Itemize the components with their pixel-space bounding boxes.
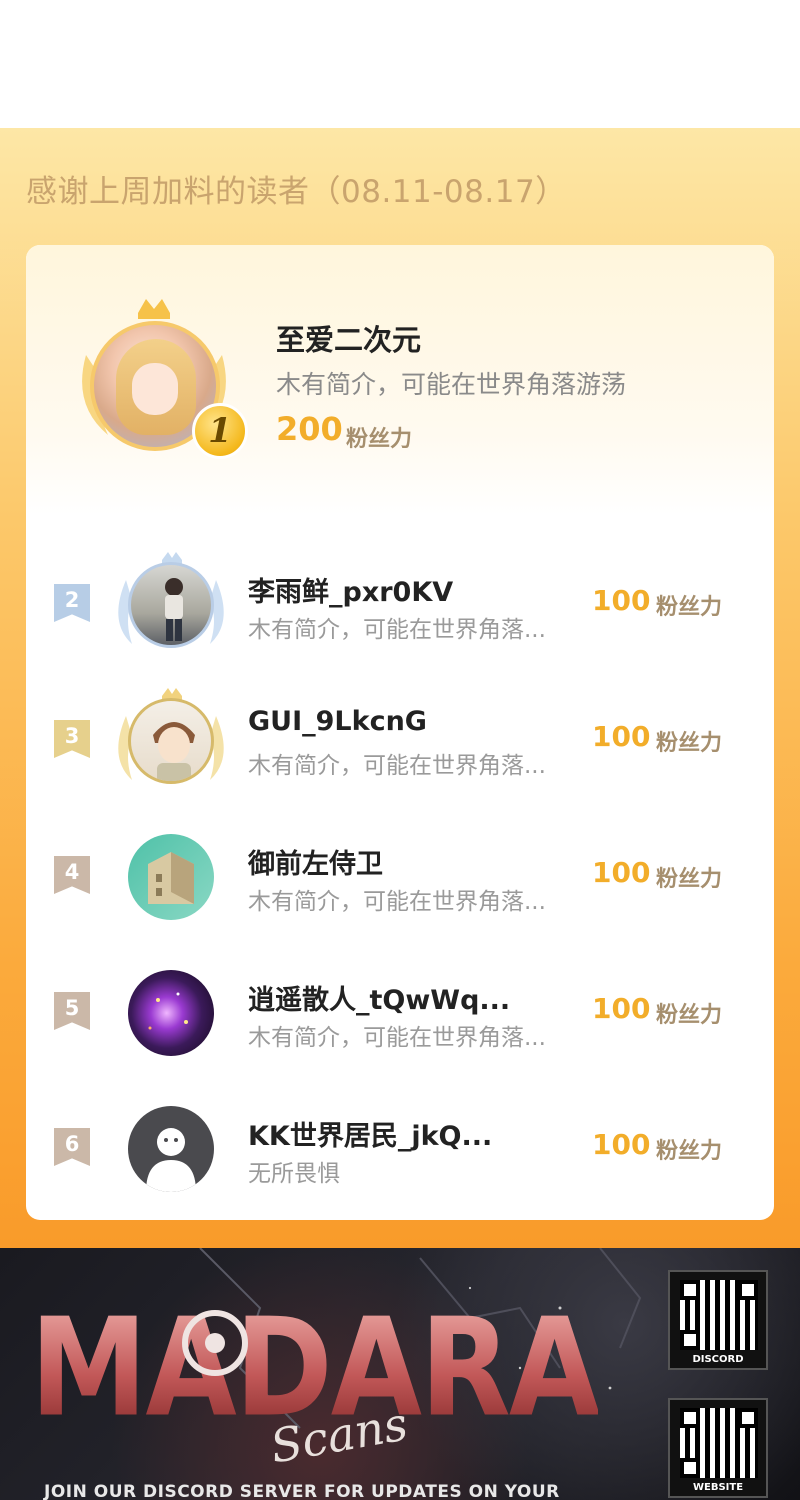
- section-title: 感谢上周加料的读者（08.11-08.17）: [26, 174, 567, 210]
- reader-score: 100: [592, 584, 651, 617]
- reader-bio: 木有简介，可能在世界角落...: [248, 753, 546, 779]
- qr-code-icon: [680, 1408, 758, 1478]
- rank-badge: 4: [54, 856, 90, 894]
- reader-score-unit: 粉丝力: [656, 867, 723, 892]
- sharingan-icon: [182, 1310, 248, 1376]
- reader-name[interactable]: 李雨鲜_pxr0KV: [248, 570, 453, 609]
- list-item[interactable]: 3 GUI_9LkcnG 木有简介，可能在世界角落... 100 粉丝力: [26, 676, 774, 796]
- website-qr-label: WEBSITE: [692, 1482, 744, 1493]
- rank-badge: 3: [54, 720, 90, 758]
- reader-name[interactable]: 御前左侍卫: [248, 842, 383, 881]
- top-avatar-frame: 1: [64, 295, 248, 465]
- discord-qr-label: DISCORD: [692, 1354, 744, 1365]
- promo-banner[interactable]: MADARA Scans JOIN OUR DISCORD SERVER FOR…: [0, 1248, 800, 1500]
- avatar[interactable]: [128, 1106, 214, 1192]
- reader-score-unit: 粉丝力: [656, 1139, 723, 1164]
- avatar[interactable]: [128, 834, 214, 920]
- top-reader-score: 200: [276, 410, 343, 448]
- default-avatar-icon: [146, 1128, 196, 1192]
- banner-slogan: JOIN OUR DISCORD SERVER FOR UPDATES ON Y…: [44, 1482, 560, 1500]
- top-blank-area: [0, 0, 800, 128]
- discord-qr[interactable]: DISCORD: [668, 1270, 768, 1370]
- supporters-card: 1 至爱二次元 木有简介，可能在世界角落游荡 200 粉丝力 2 李雨鲜_pxr…: [26, 245, 774, 1220]
- rank-1-medal-icon: 1: [192, 403, 248, 459]
- reader-name[interactable]: KK世界居民_jkQ...: [248, 1114, 492, 1153]
- top-reader[interactable]: 1 至爱二次元 木有简介，可能在世界角落游荡 200 粉丝力: [26, 245, 774, 515]
- avatar[interactable]: [128, 698, 214, 784]
- avatar[interactable]: [128, 562, 214, 648]
- nebula-icon: [148, 992, 188, 1030]
- website-qr[interactable]: WEBSITE: [668, 1398, 768, 1498]
- supporters-panel: 感谢上周加料的读者（08.11-08.17） 1 至爱二次元 木有简介，可能在世…: [0, 128, 800, 1248]
- reader-bio: 无所畏惧: [248, 1161, 340, 1187]
- qr-code-icon: [680, 1280, 758, 1350]
- reader-score-unit: 粉丝力: [656, 731, 723, 756]
- reader-bio: 木有简介，可能在世界角落...: [248, 1025, 546, 1051]
- building-icon: [148, 852, 194, 904]
- list-item[interactable]: 6 KK世界居民_jkQ... 无所畏惧 100 粉丝力: [26, 1084, 774, 1204]
- reader-score: 100: [592, 1128, 651, 1161]
- list-item[interactable]: 5 逍遥散人_tQwWq... 木有简介，可能在世界角落... 100 粉丝力: [26, 948, 774, 1068]
- reader-score-unit: 粉丝力: [656, 595, 723, 620]
- reader-score: 100: [592, 992, 651, 1025]
- reader-score-unit: 粉丝力: [656, 1003, 723, 1028]
- top-reader-score-unit: 粉丝力: [346, 427, 413, 452]
- top-reader-name[interactable]: 至爱二次元: [276, 317, 421, 359]
- reader-name[interactable]: GUI_9LkcnG: [248, 706, 427, 737]
- rank-badge: 2: [54, 584, 90, 622]
- reader-score: 100: [592, 720, 651, 753]
- reader-bio: 木有简介，可能在世界角落...: [248, 889, 546, 915]
- list-item[interactable]: 2 李雨鲜_pxr0KV 木有简介，可能在世界角落... 100 粉丝力: [26, 540, 774, 660]
- reader-score: 100: [592, 856, 651, 889]
- rank-badge: 6: [54, 1128, 90, 1166]
- reader-name[interactable]: 逍遥散人_tQwWq...: [248, 978, 510, 1017]
- rank-badge: 5: [54, 992, 90, 1030]
- avatar[interactable]: [128, 970, 214, 1056]
- list-item[interactable]: 4 御前左侍卫 木有简介，可能在世界角落... 100 粉丝力: [26, 812, 774, 932]
- top-reader-bio: 木有简介，可能在世界角落游荡: [276, 370, 627, 399]
- reader-bio: 木有简介，可能在世界角落...: [248, 617, 546, 643]
